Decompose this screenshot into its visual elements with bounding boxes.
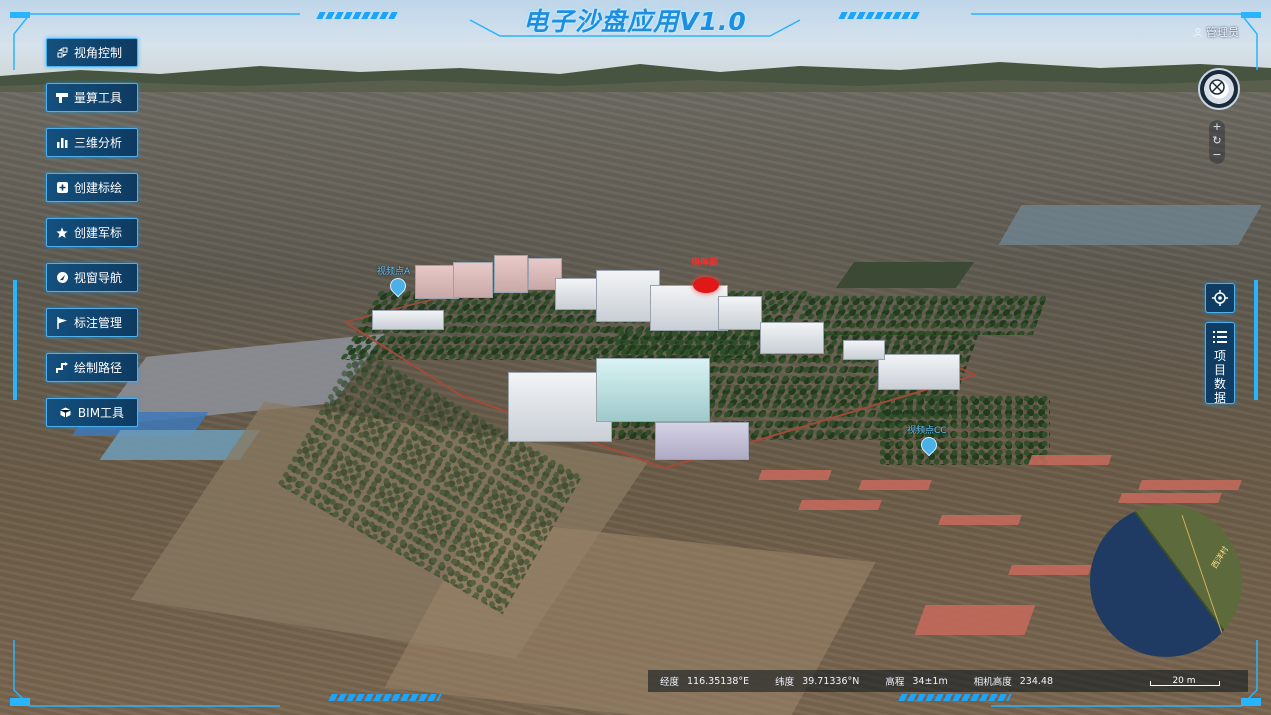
hq-label: 指挥部 [691,258,719,268]
menu-draw-path-label: 绘制路径 [74,361,123,375]
video-point-cc-label: 视频点CC [907,426,947,436]
building [718,296,762,330]
menu-draw-path[interactable]: 绘制路径 [46,353,138,382]
building [655,422,749,460]
user-name: 管理员 [1206,26,1239,39]
camera-height-value: 234.48 [1019,675,1053,687]
plus-square-icon [56,182,68,194]
building [453,262,493,298]
navigation-icon [56,272,68,284]
residential-row [758,470,832,480]
building [494,255,528,293]
zoom-in-button[interactable]: + [1209,120,1225,134]
residential-row [1118,493,1222,503]
app-title: 电子沙盘应用V1.0 [523,7,747,36]
menu-bim-tool-label: BIM工具 [77,406,125,420]
menu-measure-tool-label: 量算工具 [74,91,123,105]
menu-bim-tool[interactable]: BIM工具 [46,398,138,427]
app-title-bar: 电子沙盘应用V1.0 [480,4,790,42]
menu-annotation-management[interactable]: 标注管理 [46,308,138,337]
video-point-a-label: 视频点A [377,267,411,277]
residential-row [858,480,932,490]
list-icon [1213,331,1227,343]
compass-icon[interactable] [1198,68,1240,110]
menu-view-navigation[interactable]: 视窗导航 [46,263,138,292]
scale-bar-line [1150,681,1220,686]
header-dash-right [838,12,922,19]
building [878,354,960,390]
left-tool-menu: 视角控制 量算工具 三维分析 创建标绘 创建军标 视窗导航 标注管理 绘制路径 … [46,38,138,443]
footer-dash-left [328,694,442,701]
elevation-value: 34±1m [912,675,948,687]
menu-create-military-symbol[interactable]: 创建军标 [46,218,138,247]
residential-row [938,515,1022,525]
building [760,322,824,354]
crosshair-icon [1212,290,1228,306]
reset-view-button[interactable]: ↻ [1209,134,1225,148]
residential-row [1008,565,1092,575]
longitude-value: 116.35138°E [687,675,750,687]
menu-measure-tool[interactable]: 量算工具 [46,83,138,112]
menu-view-control-label: 视角控制 [74,46,123,60]
header-dash-left [316,12,400,19]
view-control-icon [56,47,68,59]
menu-annotation-management-label: 标注管理 [74,316,123,330]
residential-row [798,500,882,510]
residential-row [914,605,1036,635]
building [596,358,710,422]
hq-star-icon[interactable] [693,277,719,293]
menu-create-plot[interactable]: 创建标绘 [46,173,138,202]
building [843,340,885,360]
menu-view-control[interactable]: 视角控制 [46,38,138,67]
footer-dash-right [898,694,1012,701]
measure-tool-icon [56,92,68,104]
flag-icon [56,316,68,329]
latitude-label: 纬度 [775,677,795,688]
path-icon [56,361,68,374]
project-data-label: 项目数据 [1213,349,1226,405]
longitude-label: 经度 [660,677,680,688]
menu-3d-analysis[interactable]: 三维分析 [46,128,138,157]
locate-button[interactable] [1205,283,1235,313]
building [650,285,728,331]
zoom-control: + ↻ − [1209,120,1225,164]
menu-view-navigation-label: 视窗导航 [74,271,123,285]
latitude-value: 39.71336°N [802,675,860,687]
project-data-button[interactable]: 项目数据 [1205,322,1235,405]
user-account[interactable]: 管理员 [1194,24,1239,40]
elevation-label: 高程 [885,677,905,688]
building [372,310,444,330]
overview-minimap[interactable] [1090,505,1242,657]
star-icon [56,227,68,239]
menu-3d-analysis-label: 三维分析 [74,136,123,150]
menu-create-plot-label: 创建标绘 [74,181,123,195]
residential-row [1028,455,1112,465]
zoom-out-button[interactable]: − [1209,148,1225,162]
camera-height-label: 相机高度 [973,677,1012,688]
cube-icon [60,407,72,419]
map-3d-view[interactable]: 视频点A 视频点CC 指挥部 [0,0,1271,715]
bar-chart-icon [56,137,68,149]
scale-bar: 20 m [1150,676,1220,686]
residential-row [1138,480,1242,490]
user-icon [1194,28,1202,37]
menu-create-military-symbol-label: 创建军标 [74,226,123,240]
